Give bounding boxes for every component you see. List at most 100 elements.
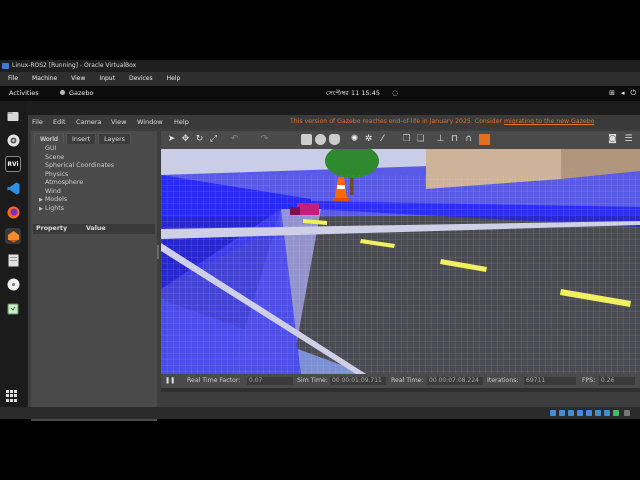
eol-text: This version of Gazebo reaches end-of-li… <box>290 118 503 125</box>
tree-item-physics[interactable]: Physics <box>45 171 68 180</box>
tree-item-models[interactable]: ▶ Models <box>39 196 68 205</box>
optical-indicator-icon[interactable] <box>559 410 565 416</box>
disc-icon[interactable] <box>5 132 21 148</box>
fps-label: FPS: <box>582 377 596 384</box>
gazebo-app-icon <box>60 90 65 95</box>
gz-menu-edit[interactable]: Edit <box>53 115 66 129</box>
gz-menu-view[interactable]: View <box>111 115 126 129</box>
tree-item-models-label: Models <box>45 196 68 203</box>
paste-icon[interactable]: ❏ <box>415 134 426 145</box>
tree-item-atmosphere[interactable]: Atmosphere <box>45 179 83 188</box>
panel-splitter-handle[interactable] <box>157 245 159 259</box>
audio-indicator-icon[interactable] <box>568 410 574 416</box>
volume-icon: ◂ <box>620 89 625 97</box>
power-icon: ⏻ <box>630 89 636 97</box>
undo-icon[interactable]: ↶ <box>229 134 240 145</box>
network-icon: ⊞ <box>609 89 615 97</box>
ubuntu-top-bar: Activities Gazebo সেপ্টেম্বর 11 15:45 ◌ … <box>0 86 640 101</box>
system-tray[interactable]: ⊞ ◂ ⏻ <box>609 86 636 101</box>
host-key-icon[interactable] <box>624 410 630 416</box>
vscode-icon[interactable] <box>5 180 21 196</box>
tree-item-lights-label: Lights <box>45 204 64 212</box>
rtf-label: Real Time Factor: <box>187 377 241 384</box>
eol-notice: This version of Gazebo reaches end-of-li… <box>290 115 594 129</box>
tree-item-spherical-coordinates[interactable]: Spherical Coordinates <box>45 162 114 171</box>
notification-icon[interactable]: ◌ <box>392 86 398 101</box>
vbox-menu-machine[interactable]: Machine <box>32 72 57 86</box>
screen: Linux-ROS2 [Running] - Oracle VirtualBox… <box>0 0 640 480</box>
cylinder-shape-icon[interactable] <box>329 134 340 145</box>
align-icon[interactable]: ⊥ <box>435 134 446 145</box>
virtualbox-status-bar <box>0 407 640 419</box>
files-icon[interactable] <box>5 108 21 124</box>
snap-icon[interactable]: ⊓ <box>449 134 460 145</box>
select-tool-icon[interactable]: ➤ <box>166 134 177 145</box>
trash-icon[interactable] <box>5 300 21 316</box>
gazebo-icon[interactable] <box>5 228 21 244</box>
real-time-value: 00 00:07:08.224 <box>427 377 483 385</box>
document-icon[interactable] <box>5 252 21 268</box>
rotate-tool-icon[interactable]: ↻ <box>194 134 205 145</box>
gazebo-window: File Edit Camera View Window Help This v… <box>28 115 640 421</box>
tab-insert[interactable]: Insert <box>66 133 97 144</box>
scene-render <box>161 149 640 374</box>
tab-layers[interactable]: Layers <box>98 133 131 144</box>
3d-viewport[interactable] <box>161 149 640 374</box>
activities-button[interactable]: Activities <box>9 86 39 101</box>
value-column: Value <box>86 225 106 232</box>
dock: RVi <box>0 101 27 419</box>
mouse-integration-icon[interactable] <box>613 410 619 416</box>
expand-arrow-icon[interactable]: ▶ <box>39 205 43 214</box>
sphere-shape-icon[interactable] <box>315 134 326 145</box>
tab-world[interactable]: World <box>34 133 65 144</box>
tree-item-lights[interactable]: ▶ Lights <box>39 204 64 214</box>
app-menu[interactable]: Gazebo <box>60 86 94 101</box>
directional-light-icon[interactable]: ⁄ <box>377 134 388 145</box>
vbox-menu-help[interactable]: Help <box>167 72 181 86</box>
magnet-icon[interactable]: ∩ <box>463 134 474 145</box>
translate-tool-icon[interactable]: ✥ <box>180 134 191 145</box>
network-indicator-icon[interactable] <box>577 410 583 416</box>
show-applications-icon[interactable] <box>6 390 18 402</box>
firefox-icon[interactable] <box>5 204 21 220</box>
gz-menu-window[interactable]: Window <box>137 115 163 129</box>
eol-link[interactable]: migrating to the new Gazebo <box>504 118 594 125</box>
point-light-icon[interactable]: ✺ <box>349 134 360 145</box>
copy-icon[interactable]: ❐ <box>401 134 412 145</box>
clock[interactable]: সেপ্টেম্বর 11 15:45 <box>326 86 380 101</box>
property-table <box>33 235 155 415</box>
virtualbox-titlebar: Linux-ROS2 [Running] - Oracle VirtualBox <box>0 60 640 72</box>
tree-item-gui[interactable]: GUI <box>45 145 56 154</box>
virtualbox-menubar: File Machine View Input Devices Help <box>0 72 640 86</box>
real-time-label: Real Time: <box>391 377 424 384</box>
pause-button[interactable]: ❚❚ <box>165 374 175 388</box>
record-log-icon[interactable]: ☰ <box>623 134 634 145</box>
hdd-indicator-icon[interactable] <box>550 410 556 416</box>
shared-folder-indicator-icon[interactable] <box>595 410 601 416</box>
vbox-menu-file[interactable]: File <box>8 72 18 86</box>
gz-menu-camera[interactable]: Camera <box>76 115 102 129</box>
left-panel: World Insert Layers GUI Scene Spherical … <box>31 131 157 421</box>
spot-light-icon[interactable]: ✲ <box>363 134 374 145</box>
status-strip <box>161 388 640 392</box>
redo-icon[interactable]: ↷ <box>259 134 270 145</box>
display-indicator-icon[interactable] <box>604 410 610 416</box>
gazebo-toolbar: ➤ ✥ ↻ ⤢ ↶ ↷ ✺ ✲ ⁄ ❐ ❏ ⊥ ⊓ ∩ ◙ ☰ <box>161 131 640 149</box>
vbox-menu-input[interactable]: Input <box>99 72 115 86</box>
vbox-menu-devices[interactable]: Devices <box>129 72 153 86</box>
expand-arrow-icon[interactable]: ▶ <box>39 196 43 205</box>
usb-indicator-icon[interactable] <box>586 410 592 416</box>
screenshot-icon[interactable]: ◙ <box>607 134 618 145</box>
box-shape-icon[interactable] <box>301 134 312 145</box>
gz-menu-help[interactable]: Help <box>174 115 189 129</box>
scale-tool-icon[interactable]: ⤢ <box>208 134 219 145</box>
tree-item-wind[interactable]: Wind <box>45 188 61 197</box>
gz-menu-file[interactable]: File <box>32 115 43 129</box>
rviz-icon[interactable]: RVi <box>5 156 21 172</box>
iterations-label: Iterations: <box>487 377 519 384</box>
disc-drive-icon[interactable] <box>5 276 21 292</box>
vbox-menu-view[interactable]: View <box>71 72 85 86</box>
world-tree: GUI Scene Spherical Coordinates Physics … <box>33 144 155 222</box>
tree-item-scene[interactable]: Scene <box>45 154 64 163</box>
change-view-icon[interactable] <box>479 134 490 145</box>
